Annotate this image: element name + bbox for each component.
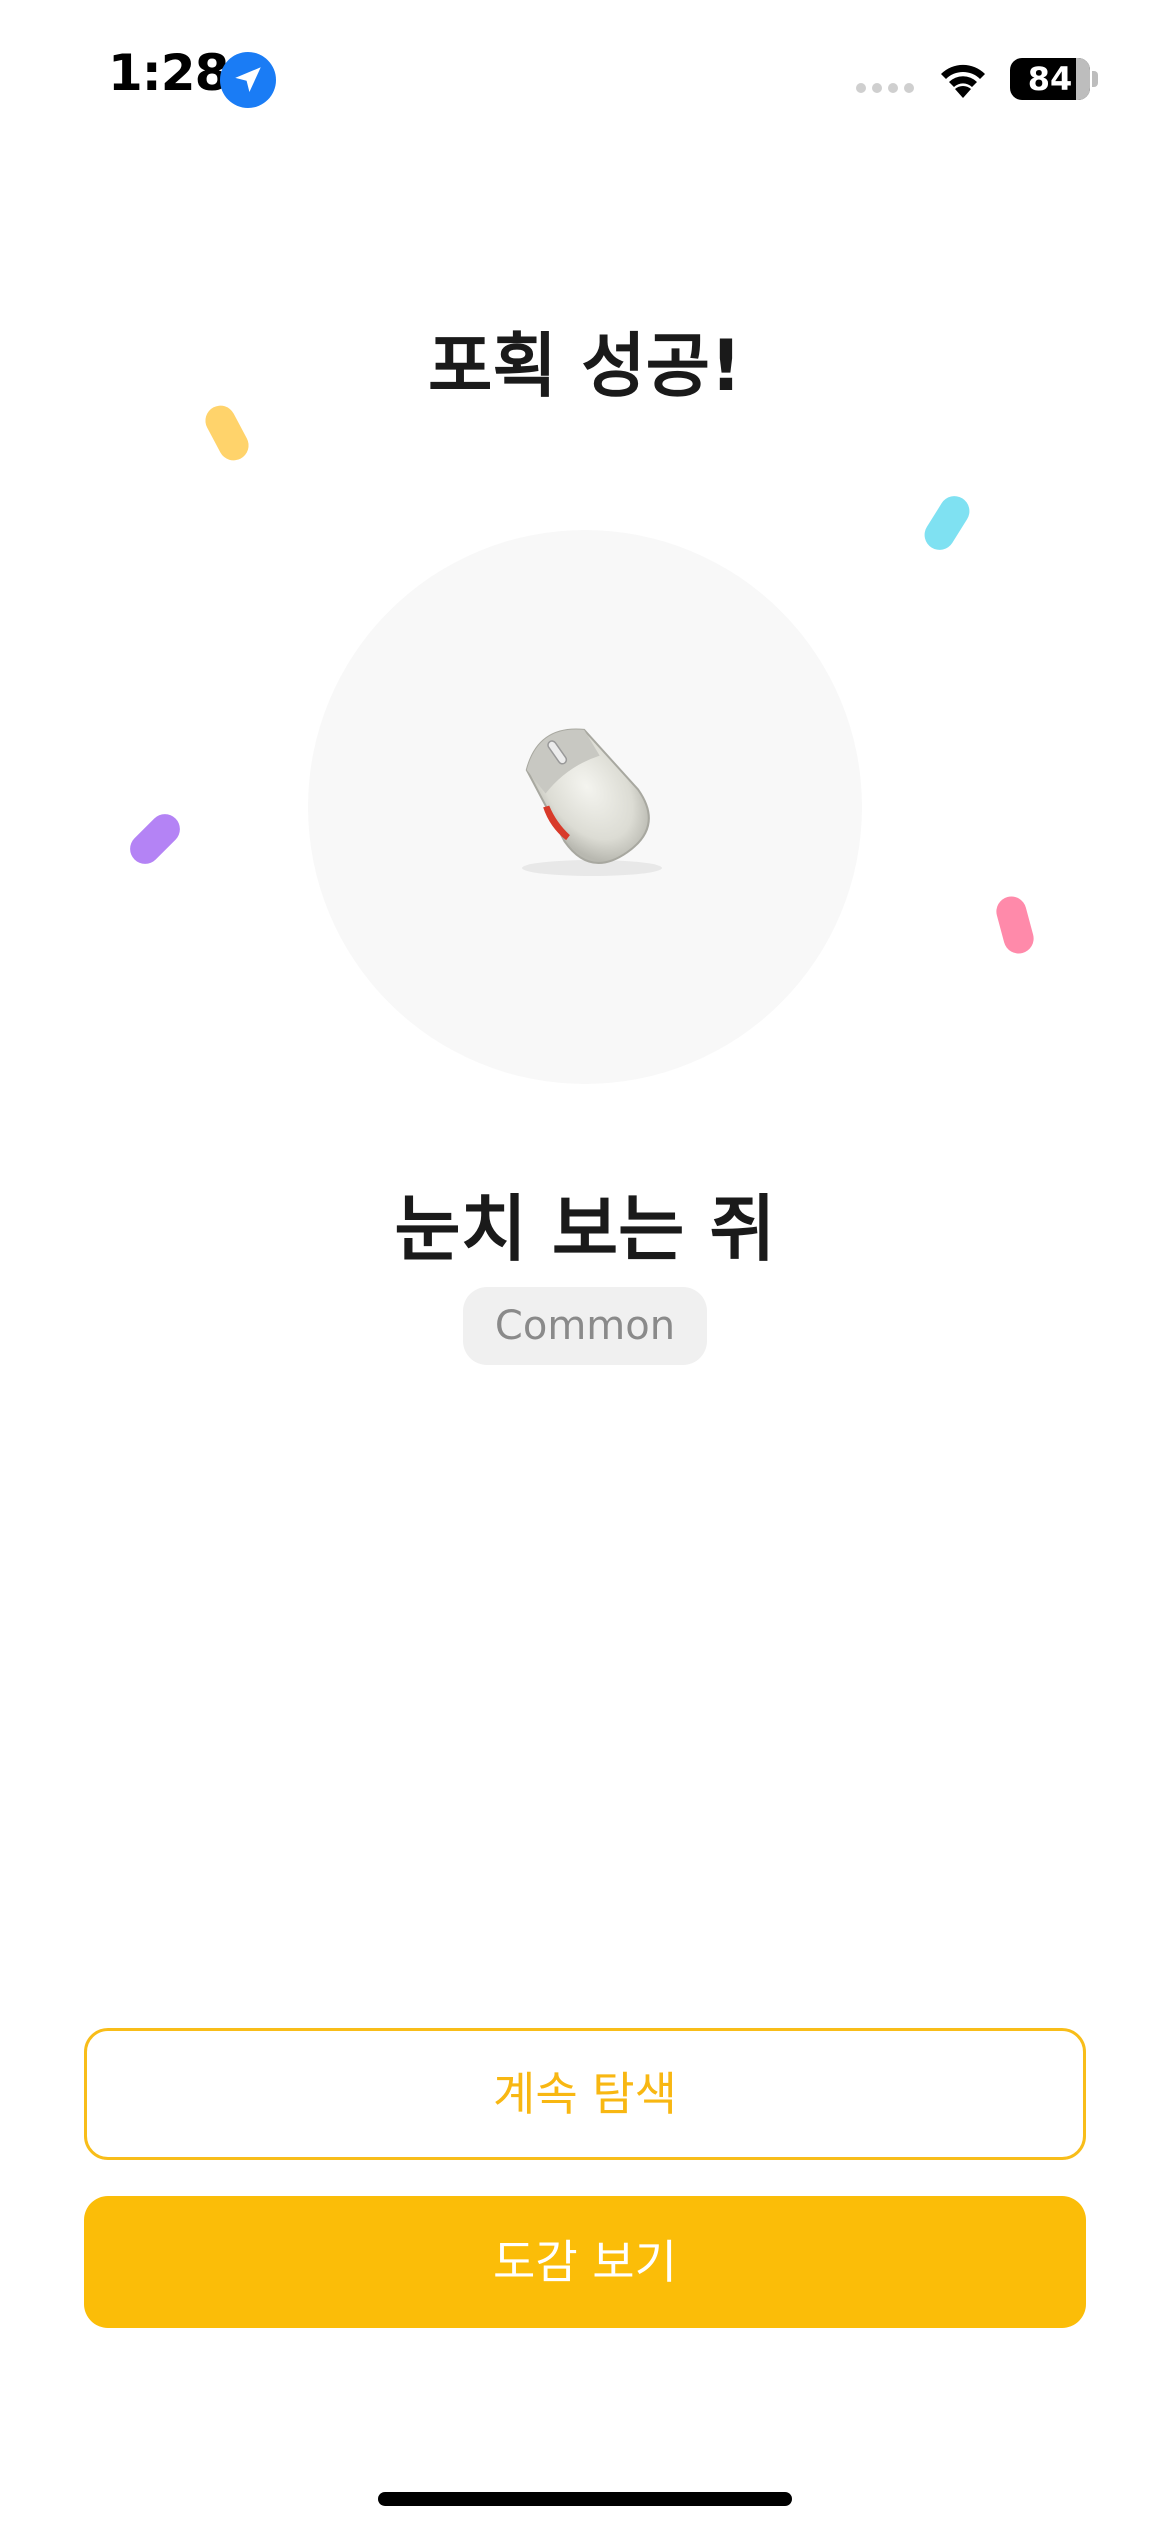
confetti-pink: [993, 893, 1037, 957]
creature-name: 눈치 보는 쥐: [394, 1187, 776, 1271]
rarity-badge: Common: [463, 1287, 707, 1365]
mouse-image: [522, 728, 662, 876]
location-arrow-icon: [220, 52, 276, 108]
status-bar: 1:28 84: [0, 0, 1170, 150]
page-title: 포획 성공!: [428, 325, 742, 407]
wifi-icon: [941, 64, 985, 98]
confetti-cyan: [918, 490, 976, 556]
battery-level: 84: [1027, 60, 1073, 98]
status-time: 1:28: [108, 44, 229, 102]
battery-icon: 84: [1010, 58, 1098, 100]
home-indicator[interactable]: [378, 2492, 792, 2506]
confetti-purple: [123, 807, 187, 871]
continue-explore-button[interactable]: 계속 탐색: [84, 2028, 1086, 2160]
cellular-signal-icon: [856, 83, 914, 93]
view-collection-button[interactable]: 도감 보기: [84, 2196, 1086, 2328]
